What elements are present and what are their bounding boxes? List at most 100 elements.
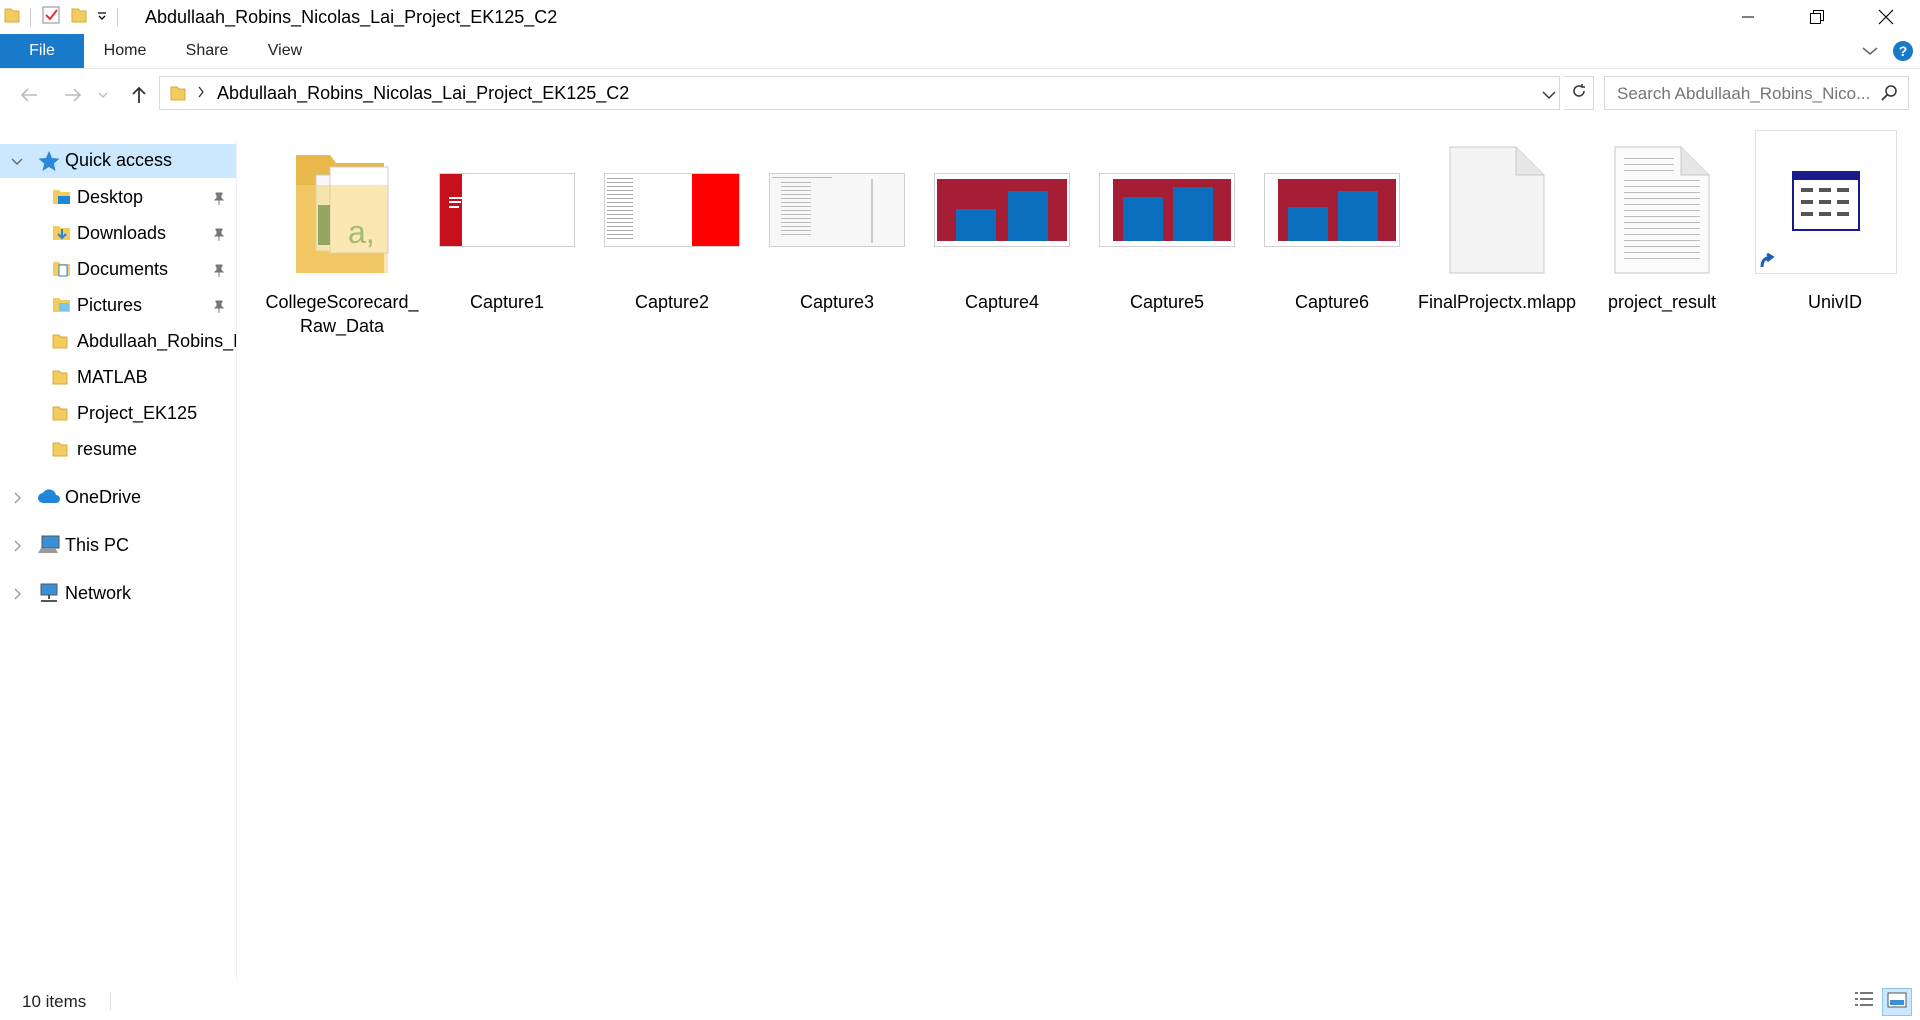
address-dropdown-icon[interactable] [1542,87,1556,105]
properties-icon[interactable] [41,5,61,30]
sidebar-item-downloads[interactable]: Downloads [0,216,236,250]
file-name: project_result [1607,292,1717,312]
sidebar-item-label: Project_EK125 [77,403,198,423]
file-item[interactable]: Capture5 [1087,130,1247,320]
sidebar-item-label: Quick access [65,150,173,170]
folder-icon [4,6,20,29]
sidebar-item-label: Downloads [77,223,167,243]
pictures-icon [52,295,72,320]
file-item[interactable]: FinalProjectx.mlapp [1417,130,1577,350]
computer-icon [37,534,61,561]
title-bar: Abdullaah_Robins_Nicolas_Lai_Project_EK1… [0,0,1920,34]
refresh-icon [1571,83,1587,104]
pin-icon[interactable] [212,225,226,246]
file-item[interactable]: Capture6 [1252,130,1412,320]
bar-chart-thumbnail [922,130,1082,290]
address-bar[interactable]: Abdullaah_Robins_Nicolas_Lai_Project_EK1… [159,76,1560,110]
toolbar-divider [30,8,31,26]
sidebar-item-resume[interactable]: resume [0,432,236,466]
tab-home[interactable]: Home [92,34,158,68]
sidebar-item-project-folder[interactable]: Abdullaah_Robins_N [0,324,236,358]
sidebar-item-label: Abdullaah_Robins_N [77,331,237,351]
details-view-icon [1854,990,1874,1013]
large-icons-view-button[interactable] [1882,988,1912,1016]
file-item[interactable]: Capture4 [922,130,1082,320]
navigation-pane: Quick access Desktop Downloads Documents… [0,140,237,982]
minimize-button[interactable] [1713,0,1782,34]
restore-button[interactable] [1782,0,1851,34]
details-view-button[interactable] [1850,988,1878,1014]
file-item[interactable]: a, CollegeScorecard_Raw_Data [262,130,422,350]
image-thumbnail [757,130,917,290]
sidebar-item-onedrive[interactable]: OneDrive [0,480,236,514]
refresh-button[interactable] [1564,76,1594,110]
file-item[interactable]: Capture1 [427,130,587,320]
recent-locations-chevron-icon[interactable] [93,80,113,110]
file-name: FinalProjectx.mlapp [1417,292,1577,312]
search-box[interactable] [1604,76,1909,110]
pin-icon[interactable] [212,261,226,282]
file-item[interactable]: UnivID [1755,130,1915,320]
sidebar-item-label: Documents [77,259,169,279]
desktop-icon [52,187,72,212]
sidebar-item-pictures[interactable]: Pictures [0,288,236,322]
file-item[interactable]: project_result [1582,130,1742,320]
sidebar-item-label: MATLAB [77,367,148,387]
close-button[interactable] [1851,0,1920,34]
downloads-icon [52,223,72,248]
blank-file-icon [1417,130,1577,290]
collapsed-chevron-icon[interactable] [10,489,24,510]
sidebar-item-quick-access[interactable]: Quick access [0,144,236,178]
folder-icon [52,332,68,355]
collapsed-chevron-icon[interactable] [10,585,24,606]
file-name: Capture2 [634,292,710,312]
forward-button[interactable] [58,80,88,110]
network-icon [37,582,61,609]
ribbon: File Home Share View ? [0,34,1920,69]
pin-icon[interactable] [212,189,226,210]
shortcut-arrow-icon [1758,251,1778,276]
file-item[interactable]: Capture3 [757,130,917,320]
tab-view[interactable]: View [256,34,314,68]
sidebar-item-label: Pictures [77,295,143,315]
sidebar-item-label: Desktop [77,187,144,207]
breadcrumb[interactable]: Abdullaah_Robins_Nicolas_Lai_Project_EK1… [217,83,629,104]
collapsed-chevron-icon[interactable] [10,537,24,558]
help-icon[interactable]: ? [1893,41,1913,61]
file-name: CollegeScorecard_Raw_Data [265,292,419,336]
search-input[interactable] [1615,83,1874,105]
folder-icon [52,404,68,427]
new-folder-icon[interactable] [71,6,87,29]
search-icon[interactable] [1881,85,1897,106]
file-name: Capture3 [799,292,875,312]
expand-ribbon-icon[interactable] [1862,44,1878,62]
up-button[interactable] [124,80,154,110]
tab-file[interactable]: File [0,34,84,68]
sidebar-item-label: Network [65,583,132,603]
sidebar-item-label: This PC [65,535,130,555]
sidebar-item-this-pc[interactable]: This PC [0,528,236,562]
file-view: a, CollegeScorecard_Raw_Data Capture1 Ca… [237,120,1920,980]
address-row: Abdullaah_Robins_Nicolas_Lai_Project_EK1… [0,76,1920,112]
sidebar-item-matlab[interactable]: MATLAB [0,360,236,394]
star-icon [38,150,60,177]
expanded-chevron-icon[interactable] [10,153,24,174]
customize-toolbar-icon[interactable] [97,8,107,26]
file-name: Capture5 [1129,292,1205,312]
file-item[interactable]: Capture2 [592,130,752,320]
folder-icon [52,368,68,391]
pin-icon[interactable] [212,297,226,318]
sidebar-item-desktop[interactable]: Desktop [0,180,236,214]
sidebar-item-project-ek125[interactable]: Project_EK125 [0,396,236,430]
tab-share[interactable]: Share [172,34,242,68]
back-button[interactable] [14,80,44,110]
window-title: Abdullaah_Robins_Nicolas_Lai_Project_EK1… [145,7,558,27]
sidebar-item-documents[interactable]: Documents [0,252,236,286]
image-thumbnail [427,130,587,290]
documents-icon [52,259,72,284]
folder-icon [170,84,186,107]
breadcrumb-chevron-icon[interactable] [197,85,205,104]
folder-icon: a, [262,130,422,290]
folder-icon [52,440,68,463]
sidebar-item-network[interactable]: Network [0,576,236,610]
